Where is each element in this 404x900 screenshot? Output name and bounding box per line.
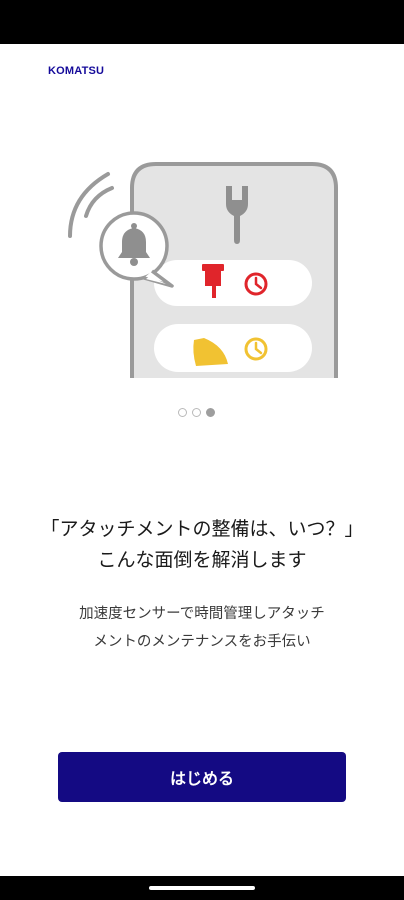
headline-line-2: こんな面倒を解消します <box>97 549 307 571</box>
status-row-warning <box>154 324 312 372</box>
description-line-1: 加速度センサーで時間管理しアタッチ <box>79 606 325 622</box>
onboarding-illustration <box>68 162 338 378</box>
page-dot-1[interactable] <box>178 407 187 417</box>
onboarding-description: 加速度センサーで時間管理しアタッチ メントのメンテナンスをお手伝い <box>0 600 404 656</box>
onboarding-headline: 「アタッチメントの整備は、いつ？」 こんな面倒を解消します <box>0 514 404 576</box>
description-line-2: メントのメンテナンスをお手伝い <box>93 634 311 650</box>
home-indicator[interactable] <box>149 886 255 890</box>
status-bar <box>0 0 404 44</box>
start-button[interactable]: はじめる <box>58 752 346 802</box>
page-dot-2[interactable] <box>192 407 201 417</box>
page-dot-3-active[interactable] <box>206 407 215 417</box>
headline-line-1: 「アタッチメントの整備は、いつ？」 <box>40 518 364 540</box>
system-nav-bar <box>0 876 404 900</box>
status-row-alert <box>154 260 312 306</box>
page-indicator[interactable] <box>178 405 228 419</box>
komatsu-logo: KOMATSU <box>48 65 105 77</box>
